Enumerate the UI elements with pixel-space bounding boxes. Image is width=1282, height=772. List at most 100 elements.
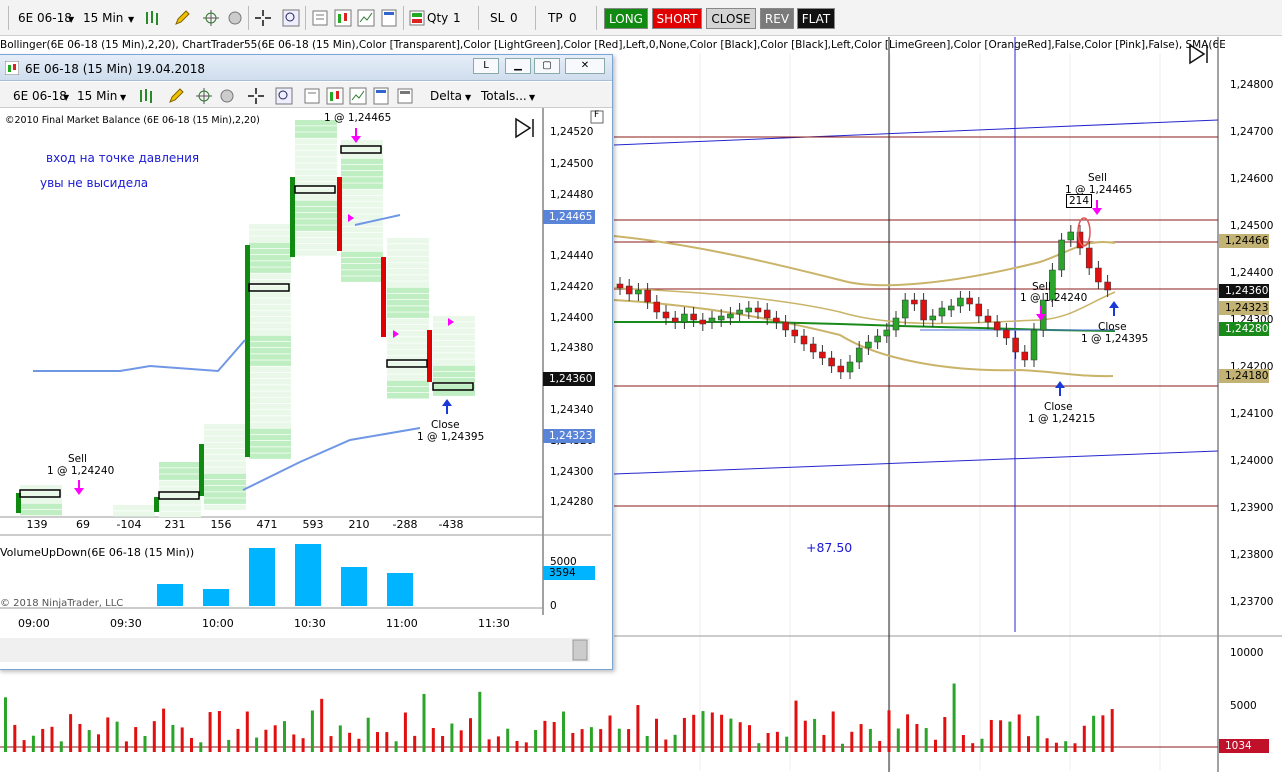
delta-value: 139 xyxy=(26,518,48,531)
time-tick: 09:00 xyxy=(18,617,50,630)
candle xyxy=(929,315,937,321)
delta-value: -104 xyxy=(116,518,142,531)
volume-bar xyxy=(199,742,203,752)
candle xyxy=(717,315,725,321)
footprint-cell xyxy=(249,348,291,354)
volume-bar xyxy=(943,717,947,752)
footprint-cell xyxy=(249,230,291,236)
volume-bar xyxy=(295,544,321,606)
volume-bar xyxy=(376,732,379,752)
footprint-cell xyxy=(295,237,337,244)
volume-bar xyxy=(1073,743,1077,752)
f-button-label: F xyxy=(594,110,600,120)
close-label: Close xyxy=(1098,321,1127,333)
volume-bar xyxy=(87,730,91,752)
price-tick: 1,24400 xyxy=(550,312,594,324)
footprint-candle-body xyxy=(427,330,432,382)
footprint-cell xyxy=(204,473,246,480)
volume-bar xyxy=(580,729,584,752)
candle xyxy=(855,347,863,363)
volume-bar xyxy=(341,567,367,606)
delta-value: 593 xyxy=(302,518,324,531)
next-bar-icon[interactable] xyxy=(515,117,534,139)
close-label: Close xyxy=(431,419,460,431)
close-order-label: 1 @ 1,24215 xyxy=(1028,413,1096,425)
sell-label: Sell xyxy=(1088,172,1107,184)
volume-bar xyxy=(385,732,389,752)
footprint-cell xyxy=(341,202,383,208)
volume-bar xyxy=(134,727,138,752)
footprint-cell xyxy=(204,442,246,449)
footprint-cell xyxy=(433,353,475,359)
close-arrow-icon xyxy=(1109,301,1119,316)
volume-bar xyxy=(831,711,835,752)
footprint-cell xyxy=(249,292,291,298)
volume-bar xyxy=(255,737,259,752)
footprint-cell xyxy=(295,175,337,182)
volume-bar xyxy=(692,714,696,752)
volume-indicator-title: VolumeUpDown(6E 06-18 (15 Min)) xyxy=(0,546,195,559)
price-tick: 1,24520 xyxy=(550,126,594,138)
volume-bar xyxy=(924,728,928,752)
footprint-chart[interactable] xyxy=(0,0,615,670)
candle xyxy=(635,289,642,295)
trend-line-upper[interactable] xyxy=(613,119,1219,146)
close-label: Close xyxy=(1044,401,1073,413)
volume-bar xyxy=(264,729,268,752)
volume-bar xyxy=(645,735,649,752)
volume-bar xyxy=(469,718,472,752)
price-tick: 1,24480 xyxy=(550,189,594,201)
volume-bar xyxy=(729,718,733,752)
bollinger-lower xyxy=(613,299,1114,378)
scrollbar-thumb[interactable] xyxy=(572,639,588,661)
candle xyxy=(662,311,670,319)
volume-bar xyxy=(710,712,714,752)
price-tick: 1,24700 xyxy=(1230,126,1274,138)
volume-bar xyxy=(357,738,361,752)
last-price-tag: 1,24360 xyxy=(543,372,595,386)
footprint-cell xyxy=(249,335,291,342)
volume-bar xyxy=(97,734,100,752)
price-tick: 1,24340 xyxy=(550,404,594,416)
volume-bar xyxy=(617,728,621,752)
footprint-cell xyxy=(249,366,291,373)
horizontal-scrollbar[interactable] xyxy=(0,638,590,662)
volume-bar xyxy=(803,720,807,752)
footprint-cell xyxy=(433,384,475,390)
trend-line-lower[interactable] xyxy=(613,450,1219,475)
volume-bar xyxy=(859,724,863,752)
candle xyxy=(800,335,808,345)
volume-bar xyxy=(227,739,231,752)
next-bar-icon[interactable] xyxy=(1189,43,1208,65)
volume-bar xyxy=(822,734,826,752)
time-tick: 10:00 xyxy=(202,617,234,630)
note-text: вход на точке давления xyxy=(46,151,200,165)
footprint-cell xyxy=(387,287,429,294)
footprint-cell xyxy=(341,208,383,214)
footprint-cell xyxy=(341,164,383,171)
candle xyxy=(653,301,661,313)
footprint-cell xyxy=(387,256,429,263)
footprint-cell xyxy=(249,441,291,447)
volume-bar xyxy=(934,739,937,752)
candle xyxy=(911,299,918,305)
volume-bar xyxy=(208,712,212,752)
footprint-cell xyxy=(341,245,383,251)
time-tick: 11:00 xyxy=(386,617,418,630)
volume-bar xyxy=(961,735,965,752)
volume-bar xyxy=(971,743,975,752)
volume-bar xyxy=(348,732,352,752)
lower-band-tag: 1,24180 xyxy=(1219,369,1269,383)
footprint-cell xyxy=(387,262,429,269)
footprint-cell xyxy=(387,337,429,343)
close-arrow-icon xyxy=(442,399,452,414)
footprint-cell xyxy=(433,322,475,328)
volume-bar xyxy=(106,717,110,752)
volume-bar xyxy=(59,741,63,752)
footprint-cell xyxy=(159,462,201,468)
volume-bar xyxy=(766,732,770,752)
candle xyxy=(745,307,753,313)
footprint-cell xyxy=(249,385,291,391)
footprint-cell xyxy=(159,474,201,480)
footprint-cell xyxy=(249,261,291,267)
